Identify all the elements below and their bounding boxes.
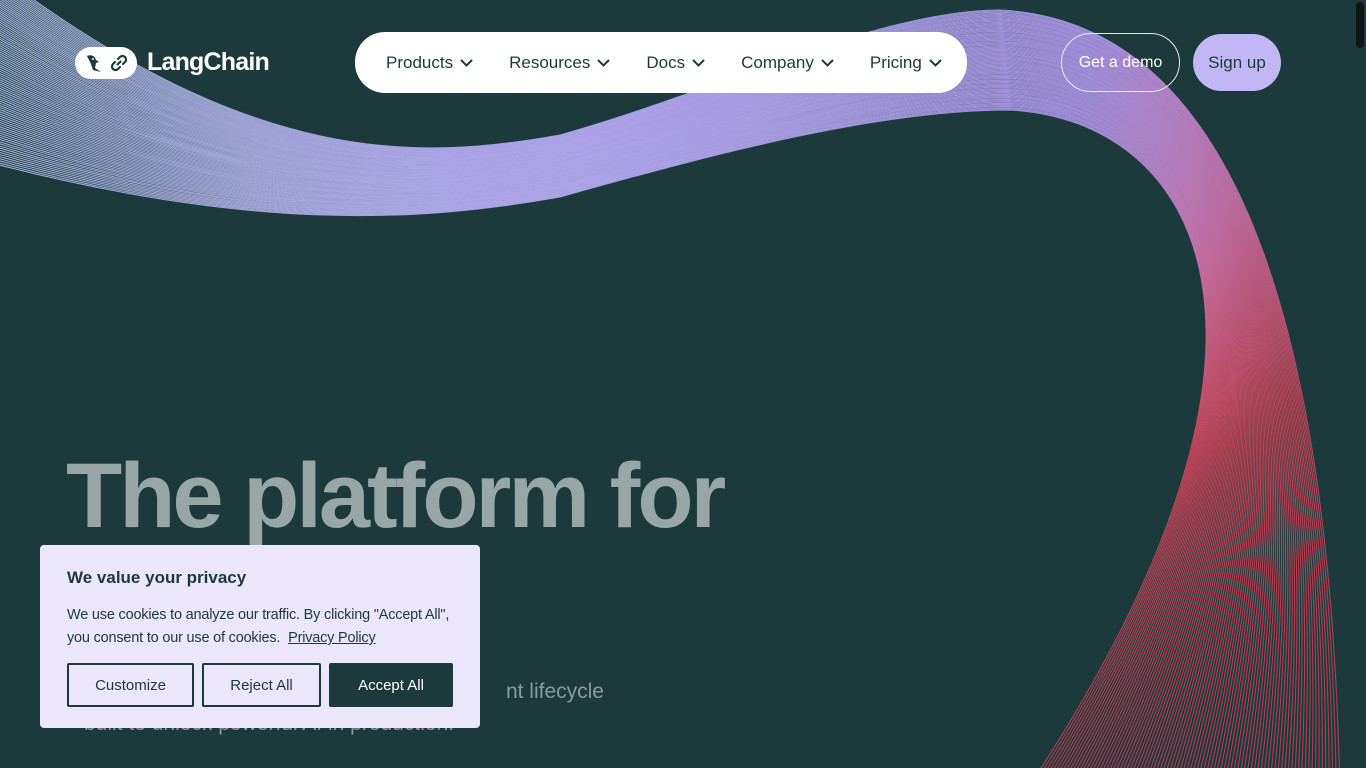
chevron-down-icon xyxy=(692,58,705,67)
nav-item-pricing[interactable]: Pricing xyxy=(870,53,942,73)
chevron-down-icon xyxy=(821,58,834,67)
sign-up-button[interactable]: Sign up xyxy=(1193,34,1281,91)
nav-item-label: Products xyxy=(386,52,454,72)
cookie-banner-text: We use cookies to analyze our traffic. B… xyxy=(67,604,453,650)
reject-all-button[interactable]: Reject All xyxy=(202,663,321,707)
cookie-banner-actions: Customize Reject All Accept All xyxy=(67,663,453,707)
nav-item-label: Resources xyxy=(509,52,591,72)
parrot-link-icon xyxy=(75,46,137,79)
get-demo-button[interactable]: Get a demo xyxy=(1061,33,1180,92)
main-nav: Products Resources Docs Company Pricing xyxy=(355,32,967,93)
customize-button[interactable]: Customize xyxy=(67,663,194,707)
nav-item-company[interactable]: Company xyxy=(741,53,834,73)
hero-title-line-1: The platform for xyxy=(66,445,726,547)
nav-item-docs[interactable]: Docs xyxy=(646,53,705,73)
page-scrollbar[interactable] xyxy=(1356,2,1364,48)
chevron-down-icon xyxy=(460,58,473,67)
nav-item-label: Company xyxy=(741,52,814,72)
nav-item-resources[interactable]: Resources xyxy=(509,52,611,73)
chevron-down-icon xyxy=(929,58,942,67)
brand-name: LangChain xyxy=(147,48,270,76)
privacy-policy-link[interactable]: Privacy Policy xyxy=(288,630,376,646)
cookie-banner-title: We value your privacy xyxy=(67,568,247,587)
nav-item-label: Pricing xyxy=(869,52,922,72)
nav-item-products[interactable]: Products xyxy=(386,53,473,73)
nav-item-label: Docs xyxy=(646,52,686,72)
cookie-banner-message: We use cookies to analyze our traffic. B… xyxy=(67,607,450,646)
langchain-logo[interactable]: LangChain xyxy=(75,46,270,79)
cookie-consent-banner: We value your privacy We use cookies to … xyxy=(40,545,480,728)
chevron-down-icon xyxy=(597,58,611,67)
accept-all-button[interactable]: Accept All xyxy=(329,663,453,707)
